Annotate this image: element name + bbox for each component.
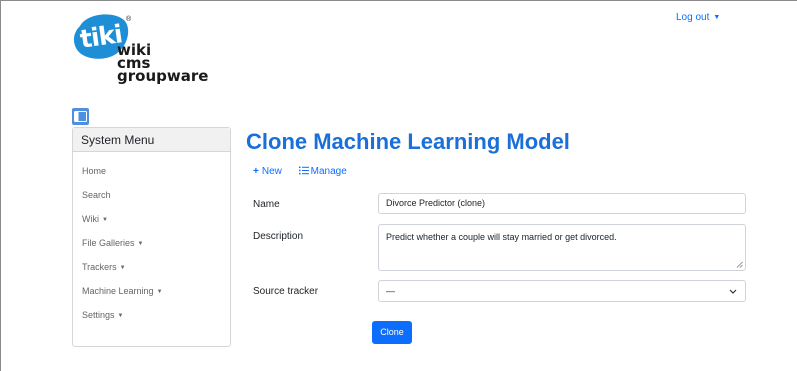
sidebar-item-settings[interactable]: Settings ▼ (73, 310, 230, 334)
description-text: Predict whether a couple will stay marri… (386, 232, 617, 242)
resize-handle-icon[interactable] (736, 261, 743, 268)
caret-down-icon: ▼ (156, 289, 163, 295)
caret-down-icon: ▼ (137, 241, 144, 247)
source-tracker-label: Source tracker (253, 286, 319, 297)
list-icon (298, 166, 309, 175)
caret-down-icon: ▼ (119, 265, 126, 271)
sidebar-item-trackers[interactable]: Trackers ▼ (73, 262, 230, 286)
description-textarea[interactable]: Predict whether a couple will stay marri… (378, 224, 746, 271)
logo-line-groupware: groupware (117, 67, 209, 85)
logout-label: Log out (676, 12, 710, 23)
description-label: Description (253, 231, 304, 242)
system-menu-list: Home Search Wiki ▼ File Galleries ▼ Tracke… (73, 152, 230, 334)
tiki-logo[interactable]: tiki ® wiki cms groupware (72, 12, 222, 94)
sidebar-item-home[interactable]: Home (73, 166, 230, 190)
caret-down-icon: ▼ (713, 14, 721, 21)
caret-down-icon: ▼ (117, 313, 124, 319)
chevron-down-icon (729, 281, 737, 301)
sidebar-item-search[interactable]: Search (73, 190, 230, 214)
source-tracker-value: — (386, 286, 395, 296)
new-button[interactable]: + New (253, 166, 282, 177)
sidebar-item-file-galleries[interactable]: File Galleries ▼ (73, 238, 230, 262)
manage-button[interactable]: Manage (298, 166, 347, 177)
logout-menu[interactable]: Log out ▼ (676, 12, 720, 23)
source-tracker-select[interactable]: — (378, 280, 746, 302)
page-title: Clone Machine Learning Model (246, 129, 570, 154)
logo-registered-mark: ® (126, 16, 132, 23)
page-actions: + New Manage (253, 166, 347, 177)
logo-tagline: wiki cms groupware (117, 43, 209, 85)
clone-button[interactable]: Clone (372, 321, 412, 344)
caret-down-icon: ▼ (102, 217, 108, 223)
system-menu-title: System Menu (73, 128, 230, 152)
sidebar-item-machine-learning[interactable]: Machine Learning ▼ (73, 286, 230, 310)
name-label: Name (253, 199, 280, 210)
name-input[interactable]: Divorce Predictor (clone) (378, 193, 746, 214)
sidebar-item-wiki[interactable]: Wiki ▼ (73, 214, 230, 238)
system-menu: System Menu Home Search Wiki ▼ File Galle… (72, 127, 231, 347)
sidebar-toggle-icon[interactable] (72, 108, 89, 125)
plus-icon: + (253, 166, 259, 177)
